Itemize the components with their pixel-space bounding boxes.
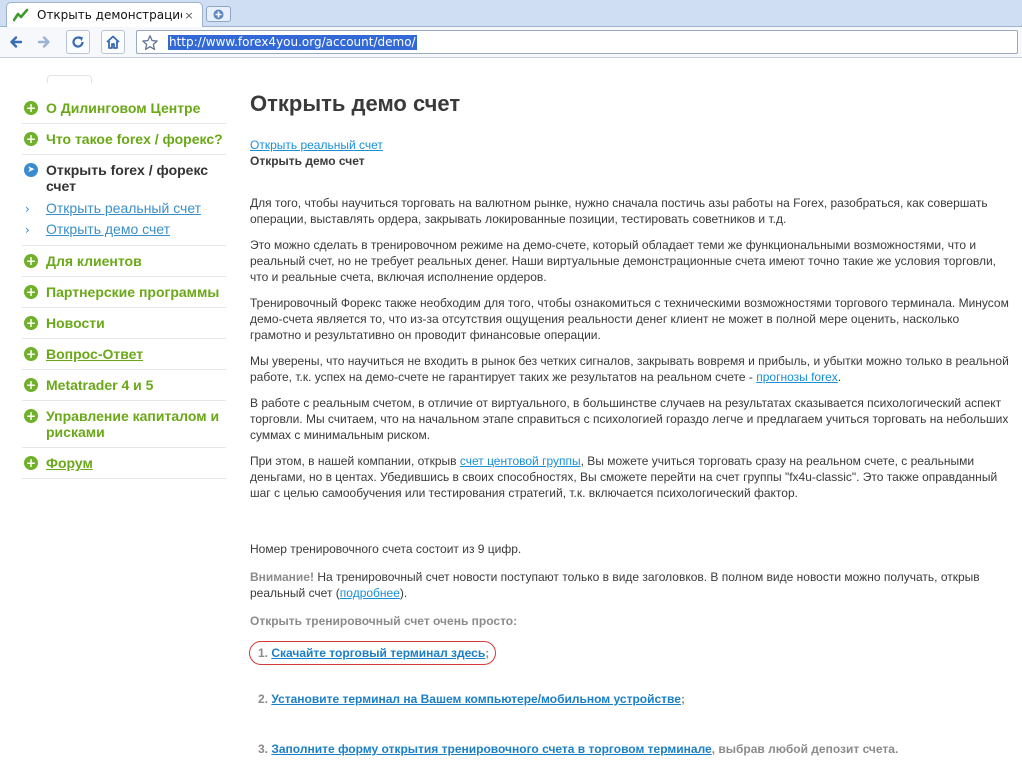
sidebar-item[interactable]: + Управление капиталом и рисками (22, 401, 226, 448)
install-terminal-link[interactable]: Установите терминал на Вашем компьютере/… (271, 692, 681, 706)
plus-bullet-icon: + (24, 409, 38, 423)
tab-strip: Открыть демонстрацион... × (0, 0, 1022, 27)
close-tab-icon[interactable]: × (182, 9, 196, 22)
sidebar-item-label: Форум (46, 455, 93, 471)
web-page: + О Дилинговом Центре + Что такое forex / ф… (0, 59, 1022, 765)
chevron-right-icon: › (25, 201, 30, 216)
paragraph: При этом, в нашей компании, открыв счет … (250, 453, 1012, 501)
details-link[interactable]: подробнее (340, 586, 400, 600)
step-tail: ; (485, 646, 490, 660)
sidebar-item[interactable]: + Партнерские программы (22, 277, 226, 308)
browser-toolbar: http://www.forex4you.org/account/demo/ (0, 27, 1022, 58)
sidebar-item-label: Новости (46, 315, 105, 331)
paragraph: Тренировочный Форекс также необходим для… (250, 296, 1009, 342)
sidebar-item[interactable]: + Новости (22, 308, 226, 339)
new-tab-button[interactable] (206, 6, 231, 22)
step-item: 2. Установите терминал на Вашем компьюте… (250, 691, 1012, 707)
download-terminal-link[interactable]: Скачайте торговый терминал здесь (271, 646, 485, 660)
bookmark-star-icon[interactable] (141, 34, 159, 52)
sidebar-subitem-label[interactable]: Открыть демо счет (46, 221, 170, 238)
paragraph: Мы уверены, что научиться не входить в р… (250, 353, 1012, 385)
warning-label: Внимание! (250, 570, 314, 584)
step-tail: ; (680, 692, 685, 706)
paragraph-text: . (837, 370, 842, 384)
sidebar-subitem-real[interactable]: › Открыть реальный счет (22, 198, 226, 219)
sidebar-item[interactable]: + О Дилинговом Центре (22, 93, 226, 124)
arrow-bullet-icon: ➤ (24, 163, 38, 177)
sidebar-item[interactable]: + Что такое forex / форекс? (22, 124, 226, 155)
forex-forecast-link[interactable]: прогнозы forex (756, 370, 838, 384)
sidebar-current-section: ➤ Открыть forex / форекс счет › Открыть … (22, 155, 226, 246)
reload-button[interactable] (66, 30, 90, 54)
step-tail: , выбрав любой депозит счета. (711, 742, 899, 756)
step-number: 1. (258, 646, 269, 660)
sidebar-nav: + О Дилинговом Центре + Что такое forex / ф… (22, 93, 226, 479)
plus-bullet-icon: + (24, 378, 38, 392)
sidebar-item[interactable]: + Вопрос-Ответ (22, 339, 226, 370)
plus-icon (213, 9, 224, 19)
sidebar-item-label: О Дилинговом Центре (46, 100, 201, 116)
current-page-label: Открыть демо счет (250, 154, 365, 168)
paragraph: Номер тренировочного счета состоит из 9 … (250, 542, 522, 556)
open-real-account-link[interactable]: Открыть реальный счет (250, 138, 383, 152)
sidebar-item[interactable]: + Metatrader 4 и 5 (22, 370, 226, 401)
plus-bullet-icon: + (24, 456, 38, 470)
sidebar-item-label: Партнерские программы (46, 284, 220, 300)
step-number: 3. (258, 742, 269, 756)
paragraph: Это можно сделать в тренировочном режиме… (250, 238, 997, 284)
sidebar-subitem-demo[interactable]: › Открыть демо счет (22, 219, 226, 240)
step-item: 1. Скачайте торговый терминал здесь; (249, 641, 1012, 665)
plus-bullet-icon: + (24, 347, 38, 361)
paragraph-text: Мы уверены, что научиться не входить в р… (250, 354, 1009, 384)
page-title: Открыть демо счет (250, 91, 461, 116)
highlighted-step-outline: 1. Скачайте торговый терминал здесь; (249, 641, 497, 665)
home-icon (106, 35, 120, 49)
cent-group-link[interactable]: счет центовой группы (460, 454, 581, 468)
forward-button[interactable] (32, 30, 56, 54)
browser-tab[interactable]: Открыть демонстрацион... × (6, 2, 203, 27)
sidebar-item-label: Открыть forex / форекс счет (46, 162, 209, 194)
fill-form-link[interactable]: Заполните форму открытия тренировочного … (271, 742, 711, 756)
header-tab-stub (47, 75, 92, 83)
sidebar-item[interactable]: + Форум (22, 448, 226, 479)
back-button[interactable] (4, 30, 28, 54)
paragraph-text: При этом, в нашей компании, открыв (250, 454, 460, 468)
site-favicon-icon (13, 8, 29, 22)
address-bar[interactable]: http://www.forex4you.org/account/demo/ (136, 30, 1018, 54)
step-item: 3. Заполните форму открытия тренировочно… (250, 741, 1012, 757)
forward-arrow-icon (37, 36, 50, 48)
url-text[interactable]: http://www.forex4you.org/account/demo/ (168, 35, 417, 50)
home-button[interactable] (101, 30, 125, 54)
back-arrow-icon (10, 36, 23, 48)
paragraph: В работе с реальным счетом, в отличие от… (250, 396, 1009, 442)
sidebar-item-open-account[interactable]: ➤ Открыть forex / форекс счет (22, 155, 226, 198)
sidebar-item-label: Metatrader 4 и 5 (46, 377, 154, 393)
plus-bullet-icon: + (24, 285, 38, 299)
sidebar-item-label: Управление капиталом и рисками (46, 408, 220, 440)
sidebar-subitem-label[interactable]: Открыть реальный счет (46, 200, 201, 217)
sidebar-item-label: Что такое forex / форекс? (46, 131, 223, 147)
plus-bullet-icon: + (24, 254, 38, 268)
tab-title: Открыть демонстрацион... (37, 8, 182, 22)
paragraph: Для того, чтобы научиться торговать на в… (250, 196, 988, 226)
sidebar-item-label: Вопрос-Ответ (46, 346, 144, 362)
paragraph-text: ). (399, 586, 408, 600)
step-number: 2. (258, 692, 269, 706)
plus-bullet-icon: + (24, 316, 38, 330)
steps-intro: Открыть тренировочный счет очень просто: (250, 614, 518, 628)
plus-bullet-icon: + (24, 101, 38, 115)
main-content: Открыть демо счет Открыть реальный счет … (249, 89, 1012, 757)
sidebar-item[interactable]: + Для клиентов (22, 246, 226, 277)
reload-icon (72, 36, 84, 48)
chevron-right-icon: › (25, 222, 30, 237)
warning-paragraph: Внимание! На тренировочный счет новости … (250, 569, 1012, 601)
plus-bullet-icon: + (24, 132, 38, 146)
sidebar-item-label: Для клиентов (46, 253, 142, 269)
